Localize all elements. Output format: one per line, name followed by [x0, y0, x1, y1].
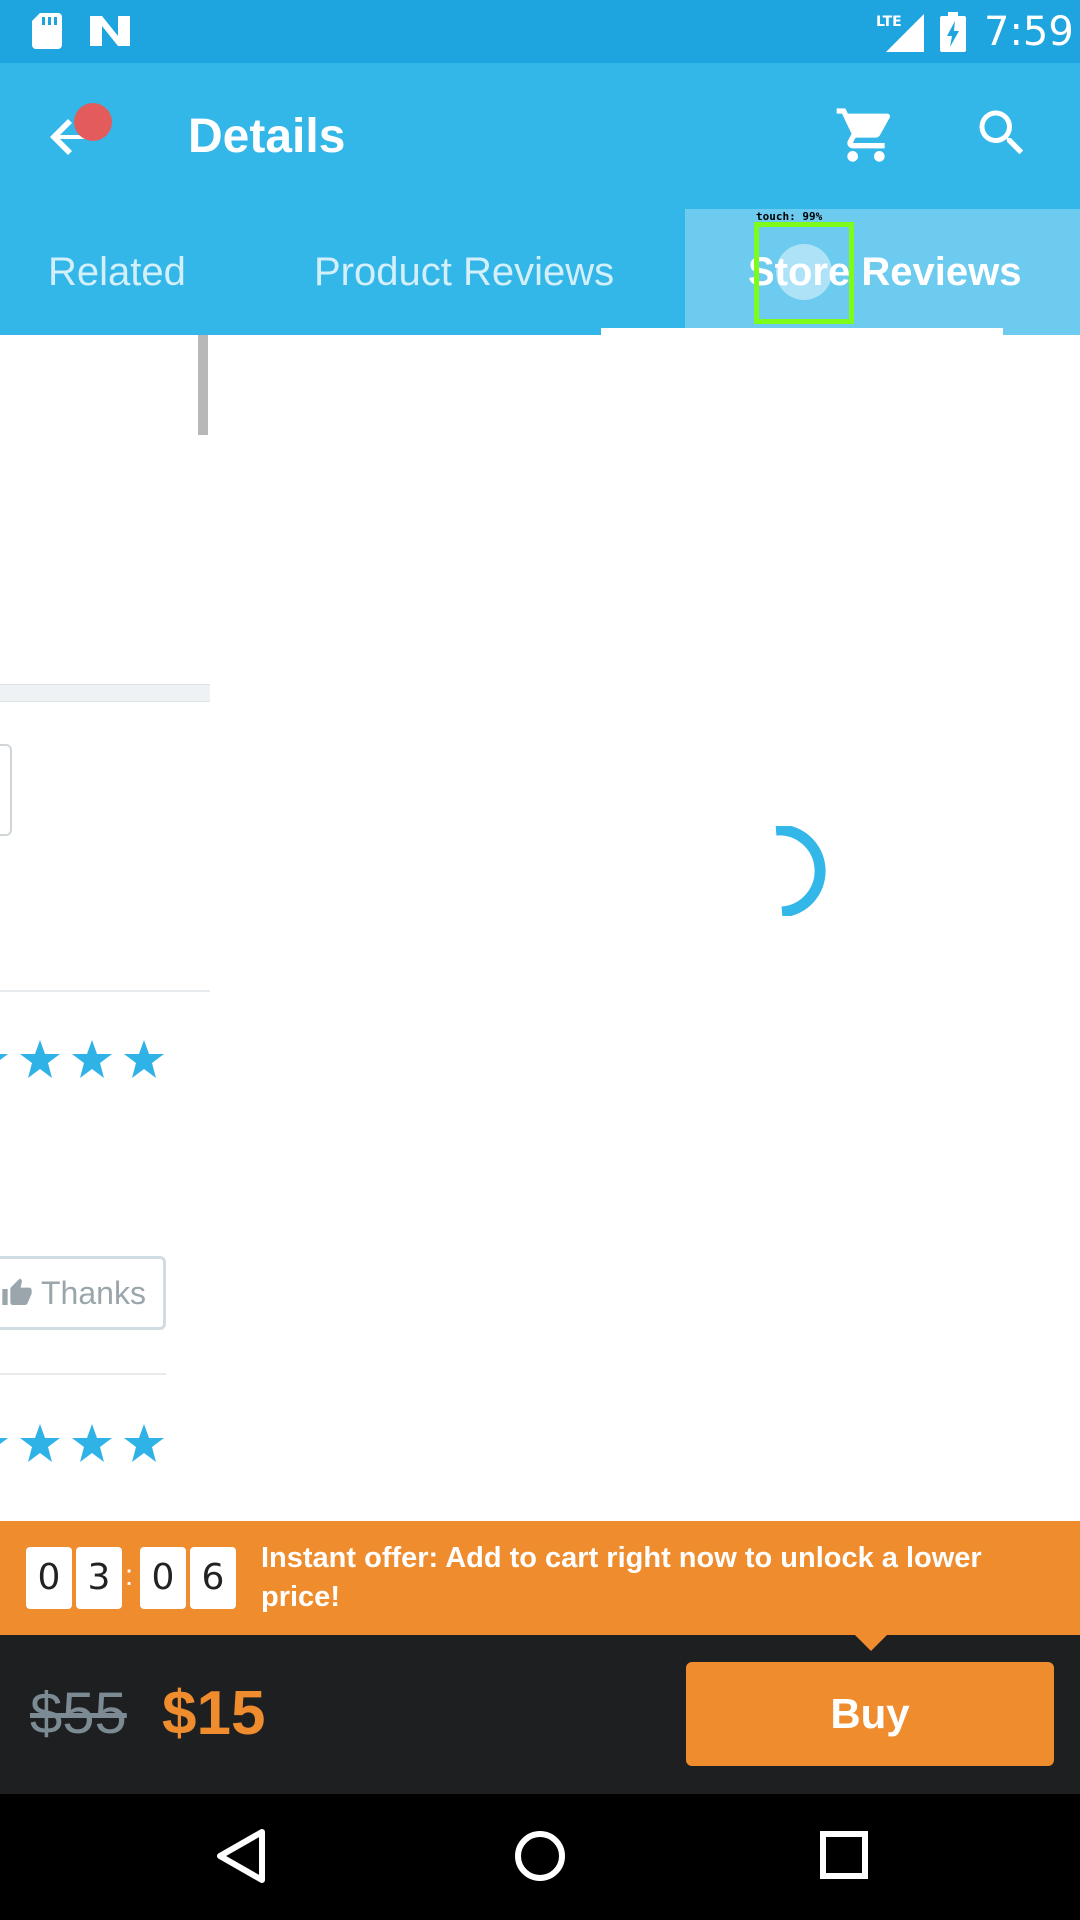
nav-recents-icon[interactable]: [818, 1826, 870, 1886]
tab-indicator: [601, 328, 1003, 335]
notification-dot: [74, 103, 112, 141]
sd-card-icon: [32, 13, 62, 49]
cart-button[interactable]: [834, 103, 904, 173]
previous-page-remnant: [0, 335, 210, 1521]
thumbs-up-icon: [2, 1278, 32, 1305]
back-button[interactable]: [40, 103, 112, 173]
star-icon: [124, 1424, 164, 1462]
timer-digit: 6: [190, 1547, 236, 1609]
tab-product-reviews[interactable]: Product Reviews: [314, 209, 614, 335]
buy-button[interactable]: Buy: [686, 1662, 1054, 1766]
offer-text: Instant offer: Add to cart right now to …: [261, 1542, 982, 1613]
original-price: $55: [30, 1681, 127, 1746]
app-bar: Details: [0, 63, 1080, 209]
divider: [0, 1373, 166, 1375]
star-icon: [72, 1040, 112, 1078]
touch-indicator-box: [754, 222, 854, 324]
instant-offer-banner[interactable]: 0 3 : 0 6 Instant offer: Add to cart rig…: [0, 1521, 1080, 1635]
tab-bar: Related Product Reviews Store Reviews: [0, 209, 1080, 335]
star-icon: [0, 1054, 8, 1078]
nav-back-icon[interactable]: [210, 1824, 274, 1888]
loading-spinner-icon: [775, 826, 826, 916]
star-rating: [0, 1040, 164, 1078]
battery-charging-icon: [940, 12, 966, 52]
section-separator: [0, 684, 210, 702]
star-icon: [0, 1438, 8, 1462]
star-icon: [20, 1040, 60, 1078]
offer-pointer: [855, 1635, 887, 1651]
timer-digit: 0: [140, 1547, 186, 1609]
nav-home-icon[interactable]: [512, 1824, 568, 1888]
lte-signal-icon: LTE: [876, 14, 924, 52]
network-type: LTE: [876, 14, 902, 30]
timer-separator: :: [124, 1559, 134, 1592]
search-button[interactable]: [972, 103, 1042, 173]
tab-related[interactable]: Related: [48, 209, 186, 335]
star-icon: [72, 1424, 112, 1462]
search-icon: [979, 110, 1024, 155]
timer-digit: 0: [26, 1547, 72, 1609]
timer-digit: 3: [76, 1547, 122, 1609]
text-input-edge[interactable]: [0, 744, 12, 836]
status-clock: 7:59: [984, 9, 1074, 55]
sale-price: $15: [162, 1679, 266, 1748]
thanks-button[interactable]: Thanks: [0, 1256, 166, 1330]
touch-indicator-label: touch: 99%: [756, 210, 823, 223]
system-navigation-bar: [0, 1794, 1080, 1920]
star-icon: [20, 1424, 60, 1462]
star-rating: [0, 1424, 164, 1462]
star-icon: [124, 1040, 164, 1078]
cart-icon: [836, 108, 891, 162]
status-bar: LTE 7:59: [0, 0, 1080, 63]
thanks-label: Thanks: [41, 1275, 146, 1311]
divider: [0, 990, 210, 992]
n-notification-icon: [90, 16, 130, 46]
page-title: Details: [188, 110, 346, 163]
scrollbar[interactable]: [198, 335, 208, 435]
